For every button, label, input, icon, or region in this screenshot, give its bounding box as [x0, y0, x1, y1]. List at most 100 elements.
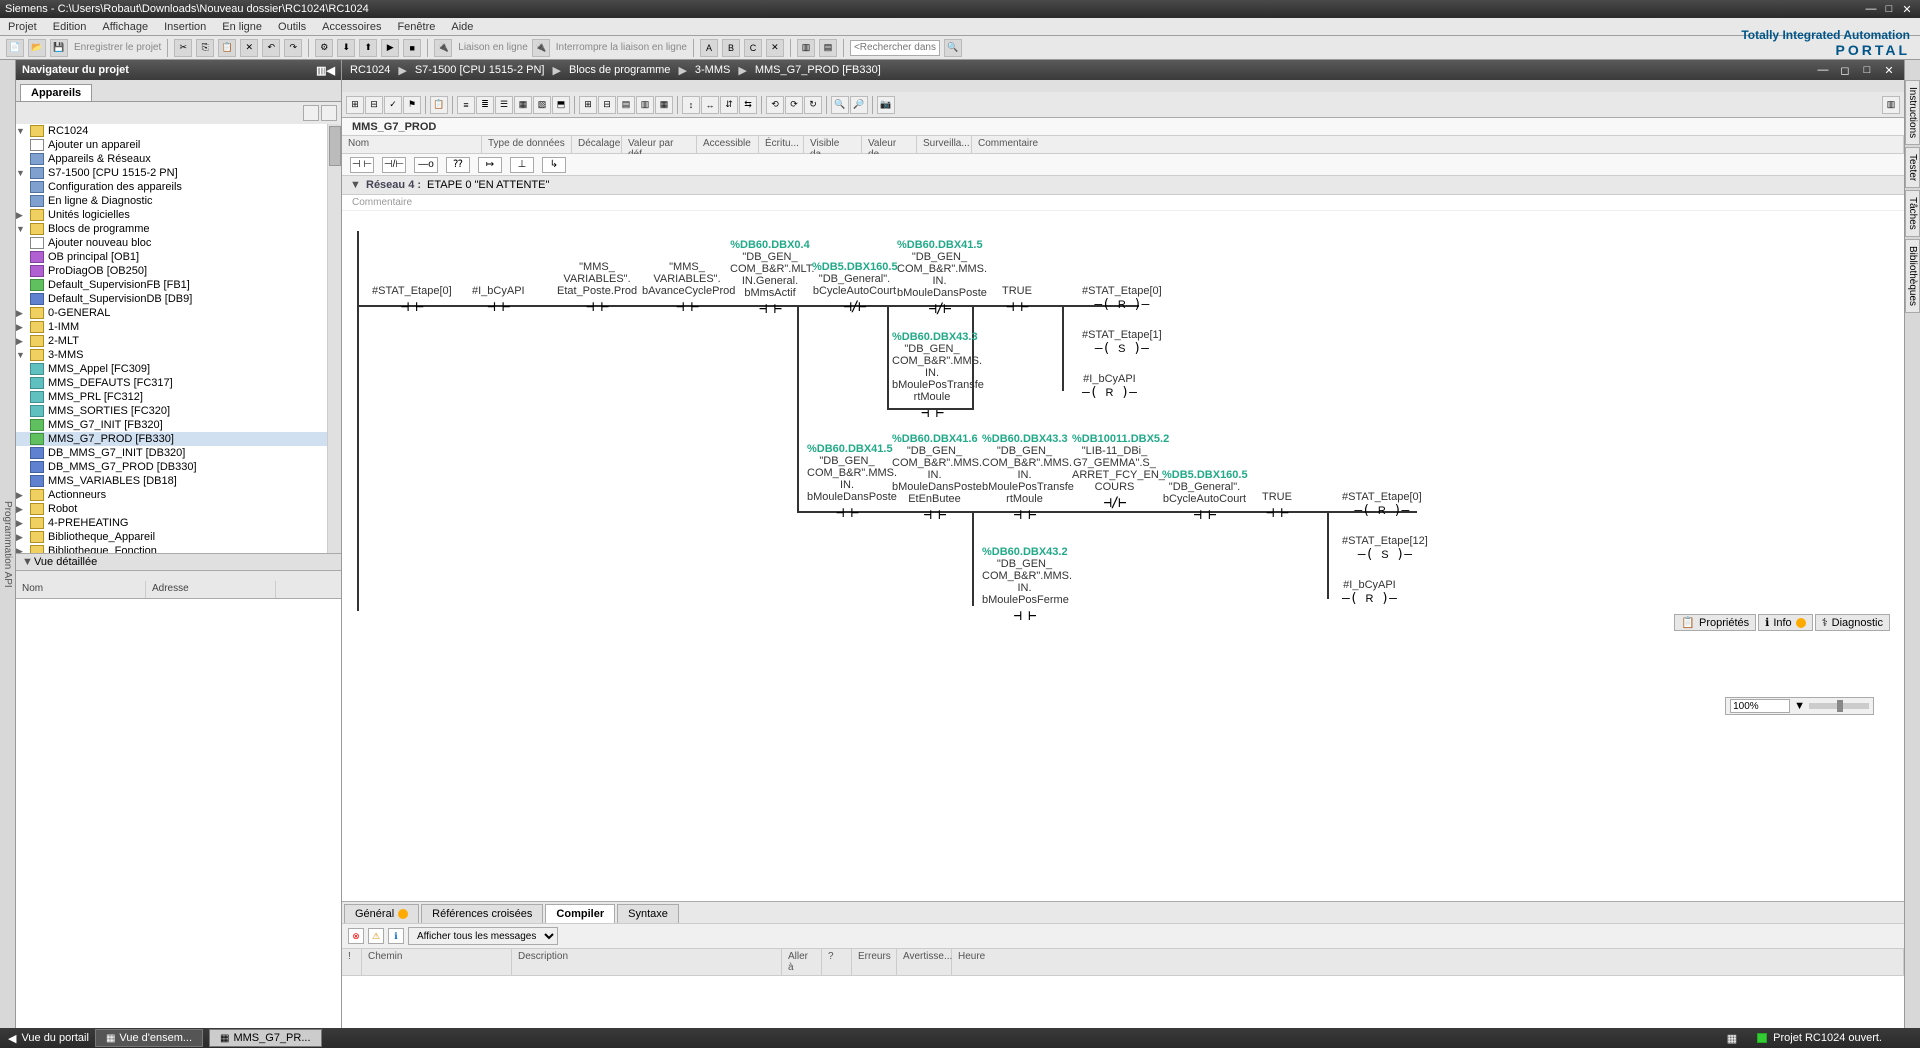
tree-item[interactable]: Ajouter un appareil — [16, 138, 341, 152]
edtb-3-icon[interactable]: ✓ — [384, 96, 402, 114]
tab-diagnostic[interactable]: ⚕Diagnostic — [1815, 614, 1890, 631]
edtb-4-icon[interactable]: ⚑ — [403, 96, 421, 114]
tree-scrollbar[interactable] — [327, 124, 341, 553]
tree-item[interactable]: En ligne & Diagnostic — [16, 194, 341, 208]
split-v-icon[interactable]: ▤ — [819, 39, 837, 57]
edtb-19-icon[interactable]: ⇵ — [720, 96, 738, 114]
menu-enligne[interactable]: En ligne — [222, 21, 262, 33]
download-icon[interactable]: ⬇ — [337, 39, 355, 57]
tree-item[interactable]: ▶1-IMM — [16, 320, 341, 334]
tree-item[interactable]: MMS_PRL [FC312] — [16, 390, 341, 404]
nav-tool2-icon[interactable] — [321, 105, 337, 121]
tree-item[interactable]: ▼Blocs de programme — [16, 222, 341, 236]
sym-nc-contact[interactable]: ⊣/⊢ — [382, 157, 406, 173]
dock-biblio[interactable]: Bibliothèques — [1905, 239, 1920, 313]
sym-open[interactable]: ⊥ — [510, 157, 534, 173]
go-offline-icon[interactable]: 🔌 — [532, 39, 550, 57]
msg-warn-icon[interactable]: ⚠ — [368, 928, 384, 944]
dock-taches[interactable]: Tâches — [1905, 190, 1920, 237]
search-icon[interactable]: 🔍 — [944, 39, 962, 57]
tree-item[interactable]: DB_MMS_G7_INIT [DB320] — [16, 446, 341, 460]
network-comment[interactable]: Commentaire — [342, 195, 1904, 211]
tab-proprietes[interactable]: 📋Propriétés — [1674, 614, 1756, 631]
edtb-20-icon[interactable]: ⇆ — [739, 96, 757, 114]
tree-item[interactable]: MMS_VARIABLES [DB18] — [16, 474, 341, 488]
compile-icon[interactable]: ⚙ — [315, 39, 333, 57]
split-h-icon[interactable]: ▥ — [797, 39, 815, 57]
edtb-1-icon[interactable]: ⊞ — [346, 96, 364, 114]
tree-item[interactable]: ▶4-PREHEATING — [16, 516, 341, 530]
edtb-26-icon[interactable]: 📷 — [877, 96, 895, 114]
paste-icon[interactable]: 📋 — [218, 39, 236, 57]
edtb-10-icon[interactable]: ▧ — [533, 96, 551, 114]
menu-insertion[interactable]: Insertion — [164, 21, 206, 33]
close-icon[interactable]: ✕ — [1899, 3, 1915, 16]
tree-item[interactable]: DB_MMS_G7_PROD [DB330] — [16, 460, 341, 474]
undo-icon[interactable]: ↶ — [262, 39, 280, 57]
edtb-18-icon[interactable]: ↔ — [701, 96, 719, 114]
msg-info-icon[interactable]: ℹ — [388, 928, 404, 944]
msg-filter-select[interactable]: Afficher tous les messages — [408, 927, 558, 945]
sym-no-contact[interactable]: ⊣ ⊢ — [350, 157, 374, 173]
menu-affichage[interactable]: Affichage — [102, 21, 148, 33]
redo-icon[interactable]: ↷ — [284, 39, 302, 57]
tab-general[interactable]: Général — [344, 904, 419, 923]
open-project-icon[interactable]: 📂 — [28, 39, 46, 57]
simulate-icon[interactable]: ▶ — [381, 39, 399, 57]
edtb-14-icon[interactable]: ▤ — [617, 96, 635, 114]
tree-item[interactable]: ▶Bibliotheque_Fonction — [16, 544, 341, 553]
go-online-icon[interactable]: 🔌 — [434, 39, 452, 57]
task-editor[interactable]: ▦ MMS_G7_PR... — [209, 1029, 321, 1047]
edtb-8-icon[interactable]: ☰ — [495, 96, 513, 114]
nav-collapse-icon[interactable]: ◀ — [327, 64, 335, 77]
tab-info[interactable]: ℹInfo — [1758, 614, 1813, 631]
tb-b-icon[interactable]: B — [722, 39, 740, 57]
edtb-12-icon[interactable]: ⊞ — [579, 96, 597, 114]
tree-item[interactable]: Ajouter nouveau bloc — [16, 236, 341, 250]
tb-cancel-icon[interactable]: ✕ — [766, 39, 784, 57]
minimize-icon[interactable]: — — [1863, 3, 1879, 16]
tree-item[interactable]: Appareils & Réseaux — [16, 152, 341, 166]
copy-icon[interactable]: ⎘ — [196, 39, 214, 57]
ed-restore-icon[interactable]: ◻ — [1838, 63, 1852, 77]
left-dock-tab[interactable]: Programmation API — [0, 60, 16, 1028]
tb-a-icon[interactable]: A — [700, 39, 718, 57]
dock-instructions[interactable]: Instructions — [1905, 80, 1920, 145]
tree-item[interactable]: MMS_SORTIES [FC320] — [16, 404, 341, 418]
edtb-6-icon[interactable]: ≡ — [457, 96, 475, 114]
sym-branch[interactable]: ↦ — [478, 157, 502, 173]
sym-box[interactable]: ⁇ — [446, 157, 470, 173]
edtb-7-icon[interactable]: ≣ — [476, 96, 494, 114]
edtb-17-icon[interactable]: ↕ — [682, 96, 700, 114]
status-icon1[interactable]: ▦ — [1727, 1032, 1737, 1045]
sym-close[interactable]: ↳ — [542, 157, 566, 173]
tree-item[interactable]: ▼RC1024 — [16, 124, 341, 138]
network-header[interactable]: ▼ Réseau 4 : ETAPE 0 "EN ATTENTE" — [342, 176, 1904, 195]
tree-item[interactable]: ▶Actionneurs — [16, 488, 341, 502]
nav-pin-icon[interactable]: ▥ — [316, 64, 326, 77]
menu-aide[interactable]: Aide — [451, 21, 473, 33]
tree-item[interactable]: MMS_G7_INIT [FB320] — [16, 418, 341, 432]
ed-min-icon[interactable]: — — [1816, 63, 1830, 77]
search-input[interactable] — [850, 40, 940, 56]
edtb-9-icon[interactable]: ▦ — [514, 96, 532, 114]
detail-header[interactable]: ▼Vue détaillée — [16, 553, 341, 571]
save-icon[interactable]: 💾 — [50, 39, 68, 57]
tree-item[interactable]: Configuration des appareils — [16, 180, 341, 194]
upload-icon[interactable]: ⬆ — [359, 39, 377, 57]
tree-item[interactable]: OB principal [OB1] — [16, 250, 341, 264]
edtb-16-icon[interactable]: ▦ — [655, 96, 673, 114]
ladder-diagram[interactable]: #STAT_Etape[0]⊣ ⊢ #I_bCyAPI⊣ ⊢ "MMS_ VAR… — [342, 211, 1904, 631]
tree-item[interactable]: MMS_G7_PROD [FB330] — [16, 432, 341, 446]
sym-coil[interactable]: —o — [414, 157, 438, 173]
tab-compiler[interactable]: Compiler — [545, 904, 615, 923]
msg-err-icon[interactable]: ⊗ — [348, 928, 364, 944]
edtb-right-icon[interactable]: ▥ — [1882, 96, 1900, 114]
tree-item[interactable]: ▶Unités logicielles — [16, 208, 341, 222]
new-project-icon[interactable]: 📄 — [6, 39, 24, 57]
tree-item[interactable]: Default_SupervisionDB [DB9] — [16, 292, 341, 306]
menu-accessoires[interactable]: Accessoires — [322, 21, 381, 33]
tree-item[interactable]: ▶2-MLT — [16, 334, 341, 348]
cut-icon[interactable]: ✂ — [174, 39, 192, 57]
edtb-2-icon[interactable]: ⊟ — [365, 96, 383, 114]
